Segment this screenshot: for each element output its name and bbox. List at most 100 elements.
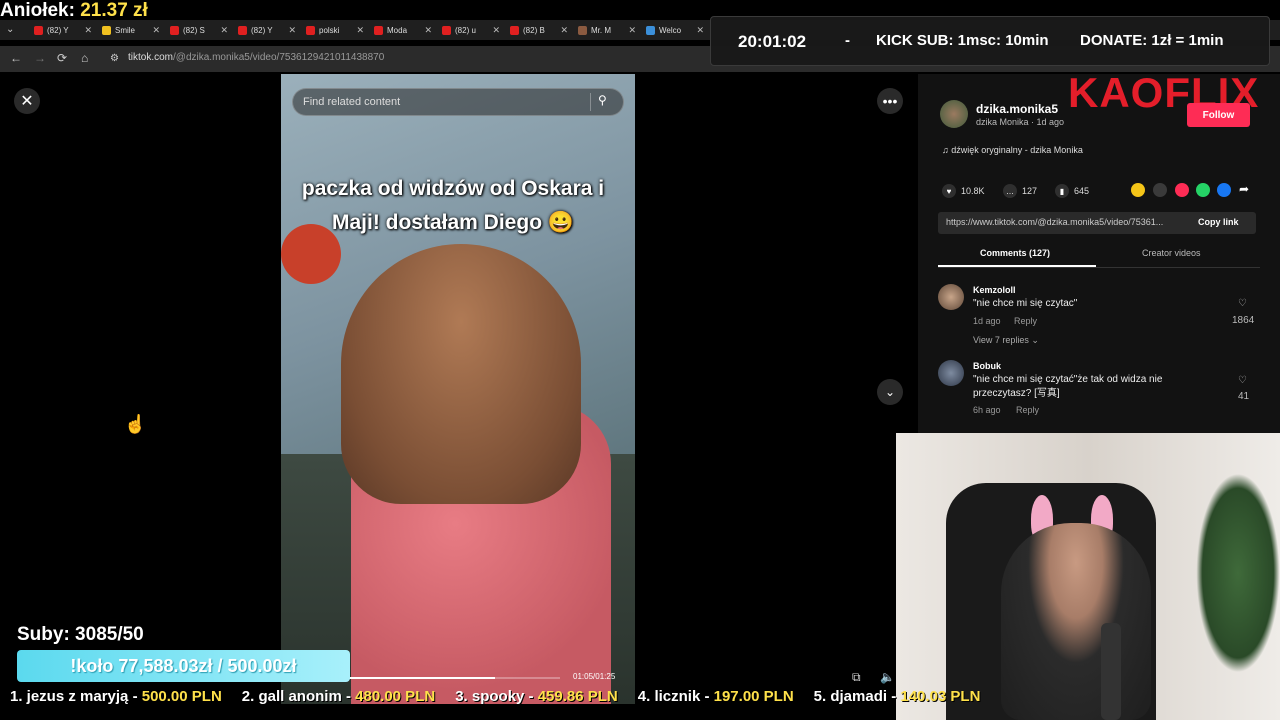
view-replies-label: View 7 replies bbox=[973, 335, 1029, 345]
subs-counter: Suby: 3085/50 bbox=[17, 624, 144, 645]
picture-in-picture-icon[interactable]: ⧉ bbox=[852, 670, 861, 685]
browser-tab[interactable]: (82) S ✕ bbox=[166, 20, 232, 40]
comment-time: 1d ago bbox=[973, 316, 1001, 326]
tab-close-icon[interactable]: ✕ bbox=[220, 25, 228, 36]
tab-close-icon[interactable]: ✕ bbox=[152, 25, 160, 36]
ticker-name: 2. gall anonim - bbox=[241, 688, 356, 705]
search-divider bbox=[590, 93, 591, 111]
tab-close-icon[interactable]: ✕ bbox=[356, 25, 364, 36]
chevron-down-icon: ⌄ bbox=[1031, 335, 1039, 345]
url-path: /@dzika.monika5/video/753612942101143887… bbox=[173, 52, 385, 63]
comment-like-icon[interactable]: ♡ bbox=[1238, 298, 1247, 309]
view-replies-button[interactable]: View 7 replies ⌄ bbox=[973, 335, 1039, 346]
browser-tab[interactable]: (82) Y ✕ bbox=[234, 20, 300, 40]
heart-icon: ♥ bbox=[942, 184, 956, 198]
tab-creator-videos[interactable]: Creator videos bbox=[1142, 248, 1201, 258]
tab-label: (82) S bbox=[183, 25, 205, 35]
comment-author[interactable]: Kemzololl bbox=[973, 285, 1016, 295]
video-link[interactable]: https://www.tiktok.com/@dzika.monika5/vi… bbox=[946, 217, 1163, 227]
browser-tab[interactable]: (82) u ✕ bbox=[438, 20, 504, 40]
save-stat[interactable]: ▮ 645 bbox=[1055, 184, 1089, 198]
share-embed-icon[interactable] bbox=[1153, 183, 1167, 197]
save-count: 645 bbox=[1074, 186, 1090, 196]
more-options-button[interactable]: ••• bbox=[877, 88, 903, 114]
comment-icon: … bbox=[1003, 184, 1017, 198]
author-username[interactable]: dzika.monika5 bbox=[976, 102, 1058, 116]
aniolek-amount: 21.37 zł bbox=[80, 0, 148, 21]
browser-tab[interactable]: Moda ✕ bbox=[370, 20, 436, 40]
aniolek-label: Aniołek: bbox=[0, 0, 75, 21]
hand-cursor-icon: ☝ bbox=[124, 414, 147, 434]
site-info-icon[interactable]: ⚙ bbox=[110, 53, 119, 64]
tab-close-icon[interactable]: ✕ bbox=[492, 25, 500, 36]
share-whatsapp-icon[interactable] bbox=[1196, 183, 1210, 197]
tab-favicon-icon bbox=[374, 25, 383, 35]
ticker-entry: 1. jezus z maryją - 500.00 PLN bbox=[10, 688, 222, 710]
comment-avatar[interactable] bbox=[938, 360, 964, 386]
music-note-icon: ♫ bbox=[942, 145, 952, 155]
tab-favicon-icon bbox=[646, 25, 655, 35]
comment-like-count: 1864 bbox=[1232, 315, 1255, 326]
browser-tab[interactable]: Smile ✕ bbox=[98, 20, 164, 40]
comment-text: "nie chce mi się czytać"że tak od widza … bbox=[973, 374, 1163, 399]
webcam-plant bbox=[1196, 473, 1280, 673]
tab-favicon-icon bbox=[170, 25, 179, 35]
video-caption: paczka od widzów od Oskara i Maji! dosta… bbox=[301, 177, 605, 234]
related-search-placeholder: Find related content bbox=[303, 96, 401, 108]
like-stat[interactable]: ♥ 10.8K bbox=[942, 184, 985, 198]
comment-author[interactable]: Bobuk bbox=[973, 361, 1001, 371]
ticker-name: 1. jezus z maryją - bbox=[10, 688, 142, 705]
close-button[interactable]: ✕ bbox=[14, 88, 40, 114]
screen: ⌄ (82) Y ✕ Smile ✕ (82) S ✕ (82) Y ✕ polski ✕ Moda… bbox=[0, 0, 1280, 720]
follow-button[interactable]: Follow bbox=[1187, 103, 1250, 127]
search-icon[interactable]: ⚲ bbox=[598, 93, 607, 107]
tab-favicon-icon bbox=[578, 25, 587, 35]
comment-like-icon[interactable]: ♡ bbox=[1238, 375, 1247, 386]
next-video-button[interactable]: ⌄ bbox=[877, 379, 903, 405]
ticker-amount: 500.00 PLN bbox=[141, 688, 222, 705]
tab-separator bbox=[938, 267, 1260, 268]
forward-icon[interactable]: → bbox=[34, 51, 46, 65]
share-repost-icon[interactable] bbox=[1131, 183, 1145, 197]
kick-sub-info: KICK SUB: 1msc: 10min bbox=[876, 32, 1049, 49]
share-facebook-icon[interactable] bbox=[1217, 183, 1231, 197]
volume-icon[interactable]: 🔈 bbox=[880, 670, 895, 684]
comment-count: 127 bbox=[1022, 186, 1038, 196]
tab-close-icon[interactable]: ✕ bbox=[696, 25, 704, 36]
tab-favicon-icon bbox=[306, 25, 315, 35]
tab-list-dropdown[interactable]: ⌄ bbox=[6, 24, 14, 35]
tab-close-icon[interactable]: ✕ bbox=[560, 25, 568, 36]
comment-avatar[interactable] bbox=[938, 284, 964, 310]
browser-tab[interactable]: Mr. M ✕ bbox=[574, 20, 640, 40]
url-host: tiktok.com bbox=[128, 52, 174, 63]
tab-label: (82) u bbox=[455, 25, 476, 35]
home-icon[interactable]: ⌂ bbox=[81, 51, 88, 65]
author-avatar[interactable] bbox=[940, 100, 968, 128]
tab-favicon-icon bbox=[442, 25, 451, 35]
back-icon[interactable]: ← bbox=[10, 51, 22, 65]
browser-tab[interactable]: Welco ✕ bbox=[642, 20, 708, 40]
browser-tab[interactable]: (82) B ✕ bbox=[506, 20, 572, 40]
video-player[interactable] bbox=[281, 74, 635, 704]
share-more-icon[interactable]: ➦ bbox=[1239, 182, 1249, 196]
copy-link-button[interactable]: Copy link bbox=[1198, 217, 1239, 227]
music-line[interactable]: ♫ dźwięk oryginalny - dzika Monika bbox=[942, 145, 1083, 155]
overlay-separator: - bbox=[845, 32, 850, 49]
webcam-feed bbox=[896, 433, 1280, 720]
comment-reply-button[interactable]: Reply bbox=[1014, 316, 1037, 326]
comment-reply-button[interactable]: Reply bbox=[1016, 405, 1039, 415]
comment-like-count: 41 bbox=[1238, 391, 1250, 402]
browser-tab[interactable]: polski ✕ bbox=[302, 20, 368, 40]
reload-icon[interactable]: ⟳ bbox=[57, 51, 67, 65]
share-send-icon[interactable] bbox=[1175, 183, 1189, 197]
tab-close-icon[interactable]: ✕ bbox=[288, 25, 296, 36]
tab-close-icon[interactable]: ✕ bbox=[84, 25, 92, 36]
tab-comments[interactable]: Comments (127) bbox=[980, 248, 1050, 258]
tab-close-icon[interactable]: ✕ bbox=[628, 25, 636, 36]
url-text[interactable]: tiktok.com/@dzika.monika5/video/75361294… bbox=[128, 52, 384, 63]
wheel-goal-bar: !koło 77,588.03zł / 500.00zł bbox=[17, 650, 350, 682]
tab-favicon-icon bbox=[510, 25, 519, 35]
tab-close-icon[interactable]: ✕ bbox=[424, 25, 432, 36]
browser-tab[interactable]: (82) Y ✕ bbox=[30, 20, 96, 40]
comment-stat[interactable]: … 127 bbox=[1003, 184, 1037, 198]
